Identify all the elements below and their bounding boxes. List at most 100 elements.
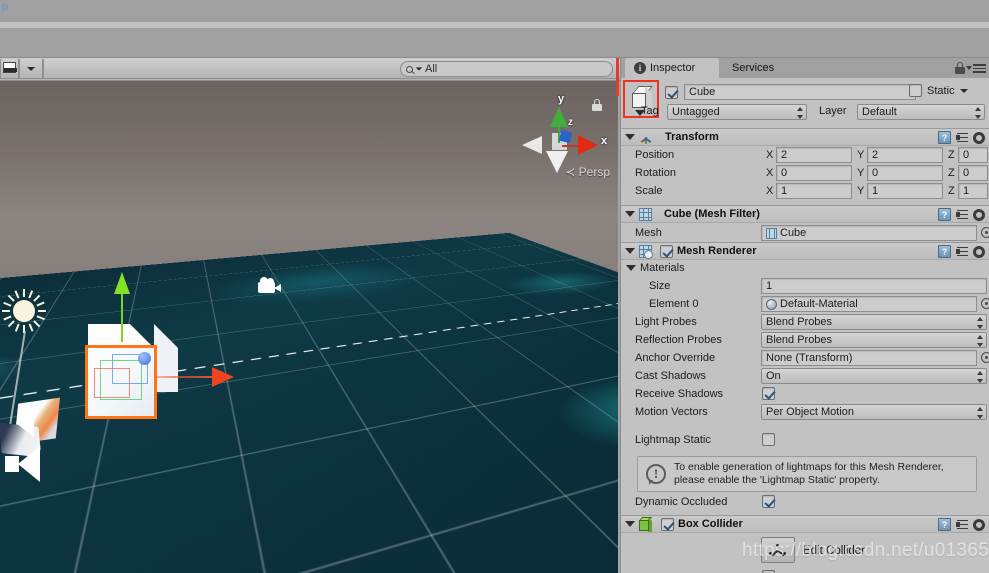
help-icon[interactable]: ? [938, 518, 951, 531]
move-gizmo-x-arrow[interactable] [212, 367, 234, 387]
preset-icon[interactable] [956, 132, 968, 144]
element0-object-field[interactable]: Default-Material [761, 296, 977, 312]
mesh-asset-icon [766, 227, 777, 239]
help-icon[interactable]: ? [938, 208, 951, 221]
gear-icon[interactable] [973, 245, 985, 258]
rotation-y-axis-label: Y [857, 167, 865, 179]
foldout-icon[interactable] [625, 211, 635, 217]
tag-label: Tag [641, 105, 659, 117]
lightmap-help-text: To enable generation of lightmaps for th… [674, 461, 944, 487]
chevron-down-icon [27, 66, 35, 71]
tab-services[interactable]: Services [723, 58, 789, 78]
transform-icon [639, 131, 653, 144]
element0-picker-icon[interactable] [981, 298, 989, 309]
camera-gizmo-icon[interactable] [258, 277, 284, 295]
scale-z-input[interactable]: 1 [958, 183, 988, 199]
foldout-icon[interactable] [625, 521, 635, 527]
object-name-input[interactable]: Cube [684, 84, 916, 100]
receive-shadows-checkbox[interactable] [762, 387, 775, 400]
gear-icon[interactable] [973, 518, 985, 531]
dynamic-occluded-checkbox[interactable] [762, 495, 775, 508]
tag-dropdown[interactable]: Untagged [667, 104, 807, 120]
rotation-label: Rotation [635, 167, 676, 179]
tab-inspector[interactable]: i Inspector [625, 58, 719, 78]
box-collider-icon [639, 517, 653, 532]
scale-x-input[interactable]: 1 [776, 183, 852, 199]
mesh-renderer-enabled-checkbox[interactable] [660, 244, 673, 258]
position-y-axis-label: Y [857, 149, 865, 161]
cast-shadows-dropdown[interactable]: On [761, 368, 987, 384]
gizmo-z-handle[interactable] [558, 129, 573, 144]
dropdown-arrows-icon [976, 407, 983, 419]
box-collider-title: Box Collider [678, 518, 743, 530]
move-gizmo-y-arrow[interactable] [114, 272, 130, 294]
preset-icon[interactable] [956, 209, 968, 221]
move-gizmo-x-axis[interactable] [156, 376, 218, 378]
foldout-icon[interactable] [625, 134, 635, 140]
mesh-renderer-title: Mesh Renderer [677, 245, 757, 257]
directional-light-gizmo-icon[interactable] [2, 289, 46, 333]
gizmo-lock-icon[interactable] [592, 99, 602, 111]
gear-icon[interactable] [973, 131, 985, 144]
help-icon[interactable]: ? [938, 245, 951, 258]
camera-lens [274, 284, 281, 292]
position-z-axis-label: Z [948, 149, 955, 161]
edit-collider-button[interactable] [761, 537, 795, 563]
gizmo-negative-x-cone[interactable] [522, 136, 542, 154]
mesh-filter-component-header[interactable]: Cube (Mesh Filter) ? [621, 205, 989, 223]
mesh-renderer-component-header[interactable]: Mesh Renderer ? [621, 242, 989, 260]
static-checkbox[interactable] [909, 84, 922, 97]
dropdown-arrows-icon [976, 335, 983, 347]
preset-icon[interactable] [956, 519, 968, 531]
lock-icon[interactable] [955, 62, 965, 74]
scene-search-input[interactable]: All [400, 61, 613, 77]
motion-vectors-label: Motion Vectors [635, 406, 708, 418]
help-icon[interactable]: ? [938, 131, 951, 144]
materials-size-input[interactable]: 1 [761, 278, 987, 294]
menu-chevron-down-icon[interactable] [966, 66, 972, 70]
help-line-1: To enable generation of lightmaps for th… [674, 461, 944, 473]
anchor-override-object-field[interactable]: None (Transform) [761, 350, 977, 366]
materials-foldout-row[interactable]: Materials [626, 262, 685, 274]
layer-dropdown[interactable]: Default [857, 104, 985, 120]
position-y-input[interactable]: 2 [867, 147, 943, 163]
anchor-override-picker-icon[interactable] [981, 352, 989, 363]
gizmo-y-cone[interactable] [550, 107, 568, 127]
mesh-picker-icon[interactable] [981, 227, 989, 238]
reflection-probes-dropdown[interactable]: Blend Probes [761, 332, 987, 348]
position-x-input[interactable]: 2 [776, 147, 852, 163]
camera-frustum-c [16, 409, 34, 437]
materials-label: Materials [640, 262, 685, 274]
lightmap-static-checkbox[interactable] [762, 433, 775, 446]
inspector-content: Cube Static Tag Untagged Layer Default T… [621, 78, 989, 573]
mesh-object-field[interactable]: Cube [761, 225, 977, 241]
motion-vectors-dropdown[interactable]: Per Object Motion [761, 404, 987, 420]
preset-icon[interactable] [956, 246, 968, 258]
static-chevron-down-icon[interactable] [959, 88, 968, 93]
selected-cube-object[interactable] [78, 272, 234, 424]
draw-mode-button[interactable] [0, 59, 19, 79]
scene-viewport[interactable]: y x z ≺ Persp [0, 81, 618, 573]
position-z-input[interactable]: 0 [958, 147, 988, 163]
foldout-icon[interactable] [626, 265, 636, 271]
box-collider-component-header[interactable]: Box Collider ? [621, 515, 989, 533]
rotation-y-input[interactable]: 0 [867, 165, 943, 181]
move-gizmo-z-handle[interactable] [138, 352, 151, 365]
projection-mode-label[interactable]: ≺ Persp [565, 165, 610, 179]
light-probes-dropdown[interactable]: Blend Probes [761, 314, 987, 330]
object-enabled-checkbox[interactable] [665, 85, 678, 99]
scene-search-value: All [425, 63, 438, 75]
box-collider-enabled-checkbox[interactable] [661, 517, 674, 531]
gizmo-x-cone[interactable] [578, 135, 598, 155]
speaker-cone [18, 446, 40, 482]
hamburger-menu-icon[interactable] [973, 64, 986, 73]
scale-y-input[interactable]: 1 [867, 183, 943, 199]
rotation-z-input[interactable]: 0 [958, 165, 988, 181]
gear-icon[interactable] [973, 208, 985, 221]
audio-listener-gizmo-icon[interactable] [5, 446, 45, 482]
rotation-x-input[interactable]: 0 [776, 165, 852, 181]
draw-mode-dropdown[interactable] [19, 59, 43, 79]
foldout-icon[interactable] [625, 248, 635, 254]
transform-component-header[interactable]: Transform ? [621, 128, 989, 146]
unity-editor-window: p Collab Account [0, 0, 989, 573]
